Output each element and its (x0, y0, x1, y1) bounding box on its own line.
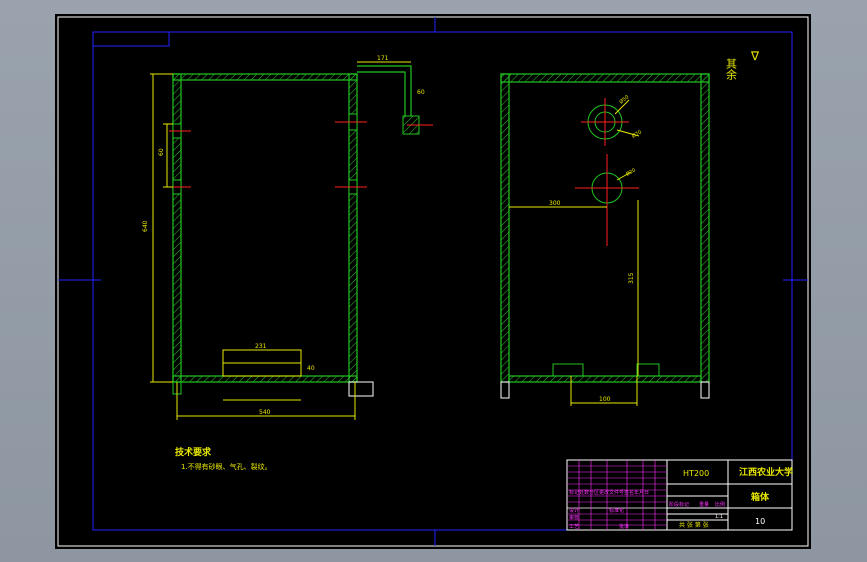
dim-width-text: 540 (259, 409, 271, 416)
dim-short-text: 60 (158, 148, 165, 156)
dim-right-bottom-text: 100 (599, 396, 611, 403)
scale-label: 1:1 (715, 514, 723, 520)
side-bottom-wall (508, 375, 702, 383)
dim-pipe-h-text: 60 (417, 89, 425, 96)
weight-label: 重量 (699, 501, 709, 508)
roughness-symbol: ∇ (750, 49, 760, 63)
side-view: Ø50 Ø70 Ø20 300 315 100 (500, 73, 710, 406)
stage-label: 阶段标记 (669, 501, 689, 508)
right-foot (348, 381, 374, 397)
engineering-drawing: 其余 ∇ 640 60 540 231 40 171 60 Ø50 Ø70 Ø2… (57, 16, 809, 547)
sheet-label: 共 张 第 张 (679, 521, 709, 529)
ratio-label: 比例 (715, 501, 725, 508)
outer-frame (57, 16, 809, 547)
dim-height-text: 640 (142, 220, 149, 232)
check-label: 审核 (569, 514, 579, 521)
top-pipe (357, 65, 412, 116)
cad-viewport[interactable]: 其余 ∇ 640 60 540 231 40 171 60 Ø50 Ø70 Ø2… (55, 14, 811, 549)
top-pipe-inner (357, 71, 406, 116)
circle-c-text: Ø20 (625, 167, 637, 178)
circle-b-text: Ø70 (631, 129, 643, 140)
school-name: 江西农业大学 (739, 466, 793, 478)
side-foot-left (500, 381, 510, 399)
dim-right-h-text: 300 (549, 200, 561, 207)
scale-value: 10 (755, 517, 765, 526)
circle-a-text: Ø50 (618, 94, 630, 106)
side-foot-right (700, 381, 710, 399)
process-label: 工艺 (569, 524, 579, 530)
material-text: HT200 (683, 469, 709, 478)
dim-right-v-text: 315 (628, 272, 635, 284)
dim-pipe-text: 171 (377, 55, 389, 62)
top-wall (172, 73, 358, 81)
dim-window-h-text: 40 (307, 365, 315, 372)
side-left-wall (500, 73, 510, 383)
roughness-label: 其余 (725, 58, 738, 81)
left-wall (172, 73, 182, 383)
front-section-view: 640 60 540 231 40 171 60 (142, 55, 433, 420)
dim-window-text: 231 (255, 343, 267, 350)
outlet-right (636, 363, 660, 377)
tech-line-1: 1.不得有砂眼、气孔、裂纹。 (181, 462, 272, 471)
standard-label: 标准化 (609, 507, 624, 514)
side-top-wall (500, 73, 710, 83)
title-block: 标记处数分区更改文件号签名年月日 设计 标准化 审核 工艺 批准 HT200 江… (566, 459, 793, 531)
rev-header: 标记处数分区更改文件号签名年月日 (569, 489, 649, 496)
side-right-wall (700, 73, 710, 383)
outlet-left (552, 363, 584, 377)
approve-label: 批准 (619, 523, 629, 530)
bottom-wall (172, 375, 358, 383)
corner-tab (92, 31, 170, 47)
design-label: 设计 (569, 507, 579, 514)
tech-heading: 技术要求 (175, 446, 212, 458)
part-name: 箱体 (751, 491, 770, 503)
